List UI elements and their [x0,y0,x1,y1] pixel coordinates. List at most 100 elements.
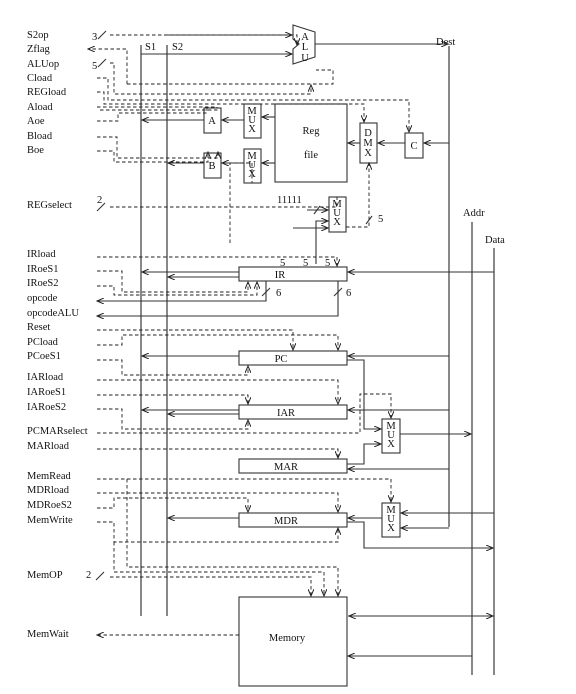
label-boe: Boe [27,145,44,156]
ir-to-opcodealu [97,281,339,316]
label-mdroes2: MDRoeS2 [27,500,72,511]
register-file [274,103,348,183]
ctrl-memread-mem [126,479,338,596]
width-s2op: 3 [92,32,97,43]
label-aoe: Aoe [27,116,45,127]
bus-label-s1: S1 [145,42,156,53]
ctrl-regsel-out [346,163,369,228]
bus-label-dest: Dest [436,37,455,48]
register-a-label: A [208,116,216,127]
alu-letter: L [302,42,308,53]
label-iaroes1: IARoeS1 [27,387,66,398]
mux-letter: X [387,523,395,534]
register-ir [238,266,348,282]
label-mdrload: MDRload [27,485,70,496]
label-s2op: S2op [27,30,49,41]
ctrl-irload [97,256,337,266]
ctrl-mdroes2 [97,497,248,512]
ctrl-reset [97,329,293,350]
ctrl-pcload [97,334,338,350]
ctrl-s2op [110,34,297,45]
label-iaroes2: IARoeS2 [27,402,66,413]
label-pcoes1: PCoeS1 [27,351,61,362]
width-slash [97,30,107,40]
width-regselect: 2 [97,195,102,206]
alu: A L U [141,24,448,65]
constant-11111: 11111 [277,195,302,206]
iar-label: IAR [277,408,295,419]
ctrl-aluop [110,62,311,95]
ctrl-aoe [97,107,208,122]
ctrl-marload [97,448,338,458]
width-aluop: 5 [92,61,97,72]
ctrl-iarload [97,379,338,404]
signal-labels: S2op Zflag ALUop Cload REGload Aload Aoe… [27,30,88,640]
label-aluop: ALUop [27,59,59,70]
ctrl-iroes2 [97,282,257,296]
mar-to-mux [347,444,381,465]
regfile-label: file [304,150,318,161]
label-memop: MemOP [27,570,63,581]
dmx-letter: X [364,148,372,159]
register-b-label: B [208,161,215,172]
label-regselect: REGselect [27,200,72,211]
label-iroes1: IRoeS1 [27,264,59,275]
label-aload: Aload [27,102,53,113]
width-regsel-out: 5 [378,214,383,225]
ctrl-memop [110,576,311,596]
register-pc [238,350,348,366]
pc-to-mux [347,359,381,429]
width-ir: 5 [280,258,285,269]
label-pcload: PCload [27,337,59,348]
label-opcodealu: opcodeALU [27,308,79,319]
memory-label: Memory [269,633,306,644]
regfile-label: Reg [303,126,321,137]
label-reset: Reset [27,322,50,333]
alu-letter: U [301,53,309,64]
ctrl-zflag-src [127,69,334,85]
mar-label: MAR [274,462,298,473]
mux-letter: X [387,439,395,450]
mdr-label: MDR [274,516,298,527]
ctrl-iroes1 [97,270,248,293]
label-irload: IRload [27,249,56,260]
label-memread: MemRead [27,471,71,482]
registers: IR PC IAR MAR MDR Memory M U X M U X [97,266,494,687]
label-regload: REGload [27,87,67,98]
ctrl-memwrite-mem [113,542,324,596]
datapath-diagram: S2op Zflag ALUop Cload REGload Aload Aoe… [27,24,505,687]
ctrl-mdrload [97,492,338,512]
ctrl-aload [97,106,218,108]
register-c-label: C [410,141,417,152]
mux-letter: X [333,217,341,228]
register-section: Reg file A B M U X M U X D M X C M U X 1… [142,103,449,264]
label-cload: Cload [27,73,53,84]
ctrl-bload [97,136,218,158]
label-marload: MARload [27,441,70,452]
ctrl-pcoes1 [97,359,248,376]
ctrl-regselect [110,196,338,208]
width-ir: 5 [303,258,308,269]
mux-letter: X [248,124,256,135]
ir-label: IR [275,270,286,281]
bus-label-addr: Addr [463,208,485,219]
width-opcode: 6 [276,288,281,299]
label-bload: Bload [27,131,53,142]
label-iroes2: IRoeS2 [27,278,59,289]
width-ir: 5 [325,258,330,269]
label-pcmarselect: PCMARselect [27,426,88,437]
bus-label-s2: S2 [172,42,183,53]
label-opcode: opcode [27,293,58,304]
width-slash [95,571,105,581]
width-memop: 2 [86,570,91,581]
label-memwait: MemWait [27,629,69,640]
mdr-to-data [347,521,493,548]
ctrl-boe [97,150,208,163]
ctrl-iaroes2 [97,408,248,430]
width-slash [97,58,107,68]
label-memwrite: MemWrite [27,515,73,526]
pc-label: PC [275,354,288,365]
label-iarload: IARload [27,372,64,383]
width-opcodealu: 6 [346,288,351,299]
label-zflag: Zflag [27,44,50,55]
